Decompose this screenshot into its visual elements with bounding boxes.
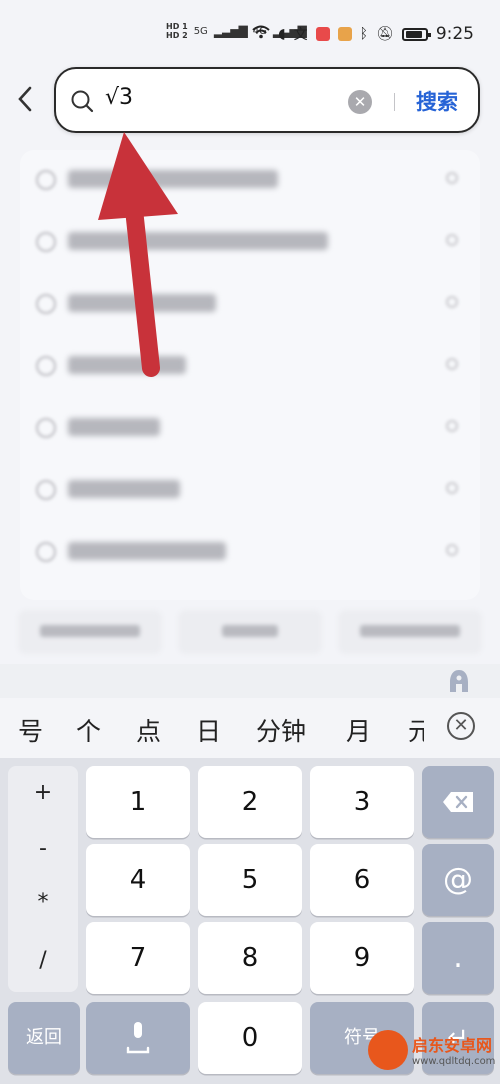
search-icon [36,170,56,190]
search-icon [36,232,56,252]
list-item[interactable] [20,212,480,274]
candidate-item[interactable]: 点 [136,712,161,748]
app-notification-icon-2 [337,27,352,41]
arrow-icon [446,234,458,246]
list-item[interactable] [20,460,480,522]
list-item[interactable] [20,150,480,212]
search-icon [71,90,94,113]
symbol-column: + - * / [8,766,78,992]
back-button[interactable] [14,84,44,118]
keyboard: 号 个 点 日 分钟 月 元 ✕ + - * / 1 2 3 4 5 6 @ 7… [0,664,500,1084]
symbol-key[interactable]: / [8,948,78,973]
back-key[interactable]: 返回 [8,1002,80,1074]
candidate-item[interactable]: 元 [408,712,424,746]
candidate-close-button[interactable]: ✕ [447,712,475,740]
key-5[interactable]: 5 [198,844,302,916]
candidate-item[interactable]: 号 [18,712,43,748]
key-9[interactable]: 9 [310,922,414,994]
arrow-icon [446,358,458,370]
key-8[interactable]: 8 [198,922,302,994]
arrow-icon [446,482,458,494]
list-item[interactable] [20,274,480,336]
symbol-key[interactable]: * [8,890,78,915]
key-6[interactable]: 6 [310,844,414,916]
clock: 9:25 [435,24,474,44]
watermark-name: 启东安卓网 [412,1036,493,1055]
keyboard-logo-icon[interactable] [446,668,472,694]
list-item[interactable] [20,398,480,460]
history-toolbar [0,610,500,658]
candidate-item[interactable]: 个 [76,712,101,748]
network-5g: 5G [193,25,208,37]
key-1[interactable]: 1 [86,766,190,838]
symbol-key[interactable]: - [8,836,78,861]
app-notification-icon [315,27,330,41]
key-0[interactable]: 0 [198,1002,302,1074]
search-button[interactable]: 搜索 [416,86,458,116]
symbol-key[interactable]: + [8,780,78,805]
keyboard-toolbar [0,664,500,698]
close-icon: ✕ [453,715,469,736]
watermark-url: www.qdltdq.com [412,1056,496,1067]
candidate-item[interactable]: 分钟 [256,712,306,748]
search-icon [36,294,56,314]
history-pill[interactable] [18,610,162,654]
input-pill[interactable] [338,610,482,654]
list-item[interactable] [20,336,480,398]
divider [394,93,395,111]
battery-icon [401,27,431,41]
arrow-icon [446,296,458,308]
clear-button[interactable]: ✕ [348,90,372,114]
key-7[interactable]: 7 [86,922,190,994]
suggestion-list [20,150,480,600]
microphone-icon [126,1022,150,1054]
translate-icon: 文 [293,27,308,43]
mute-icon: 🔕︎ [376,26,394,42]
wifi-icon [252,25,270,43]
key-4[interactable]: 4 [86,844,190,916]
hd2-badge: HD 2 [166,31,188,40]
bluetooth-icon: ᛒ [359,26,369,42]
arrow-icon [446,420,458,432]
qq-icon: ◖ [278,26,286,42]
status-right: ◖ 文 ᛒ 🔕︎ 9:25 [252,24,474,44]
arrow-icon [446,544,458,556]
search-icon [36,542,56,562]
toggle-pill[interactable] [178,610,322,654]
watermark-logo-icon [368,1030,408,1070]
search-icon [36,356,56,376]
search-icon [36,480,56,500]
candidate-item[interactable]: 月 [346,712,371,748]
dot-key[interactable]: . [422,922,494,994]
chevron-left-icon [18,86,32,112]
watermark: 启东安卓网 www.qdltdq.com [362,1024,500,1084]
arrow-icon [446,172,458,184]
search-box[interactable]: √3 ✕ 搜索 [54,67,480,133]
signal-icon: ▂▃▅▇ [213,24,248,38]
search-icon [36,418,56,438]
close-icon: ✕ [353,93,367,111]
key-2[interactable]: 2 [198,766,302,838]
voice-key[interactable] [86,1002,190,1074]
backspace-icon [443,792,473,812]
status-bar: HD 1 HD 2 5G ▂▃▅▇ 4G ▂▃▅▇ ◖ 文 ᛒ 🔕︎ 9:25 [0,0,500,60]
at-key[interactable]: @ [422,844,494,916]
candidate-bar: 号 个 点 日 分钟 月 元 ✕ [0,698,500,758]
candidate-item[interactable]: 日 [196,712,221,748]
hd1-badge: HD 1 [166,22,188,31]
search-input[interactable]: √3 [105,85,133,110]
backspace-key[interactable] [422,766,494,838]
list-item[interactable] [20,522,480,584]
key-3[interactable]: 3 [310,766,414,838]
